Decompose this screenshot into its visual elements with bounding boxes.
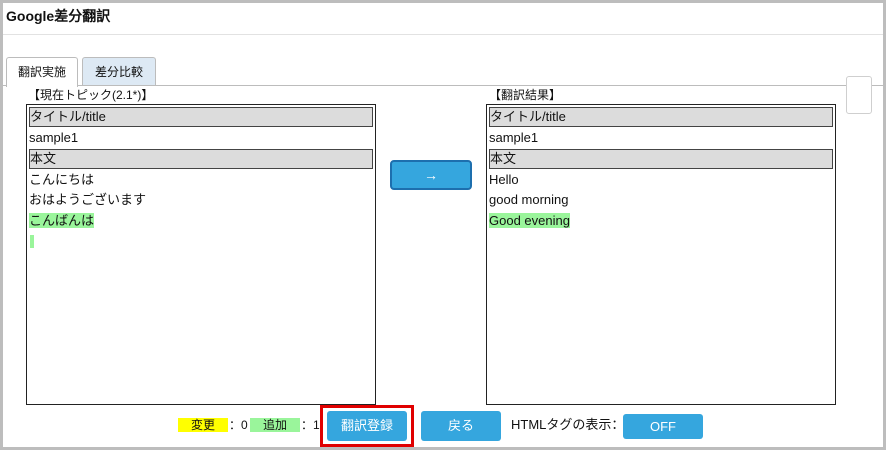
current-topic-panel[interactable]: タイトル/title sample1 本文 こんにちは おはようございます こん… (26, 104, 376, 405)
title-divider (3, 34, 883, 35)
list-item-header: 本文 (489, 148, 833, 169)
list-item: sample1 (29, 130, 79, 145)
translation-result-label: 【翻訳結果】 (489, 88, 562, 102)
side-panel-handle[interactable] (846, 76, 872, 114)
list-item-header: タイトル/title (29, 107, 373, 127)
html-tag-toggle-button[interactable]: OFF (623, 414, 703, 439)
list-item: こんにちは (29, 171, 95, 187)
legend-added-count: ：1 (301, 418, 320, 432)
list-item-header: タイトル/title (489, 107, 833, 127)
html-tag-display-label: HTMLタグの表示： (511, 417, 625, 432)
tab-translate[interactable]: 翻訳実施 (6, 57, 78, 87)
list-item: おはようございます (29, 192, 147, 207)
legend-changed-chip: 変更 (178, 418, 228, 432)
back-button[interactable]: 戻る (421, 411, 501, 441)
current-topic-label: 【現在トピック(2.1*)】 (28, 88, 154, 102)
list-item-added: こんばんは (29, 211, 373, 232)
list-item-added: Good evening (489, 211, 833, 232)
translation-result-panel[interactable]: タイトル/title sample1 本文 Hello good morning… (486, 104, 836, 405)
app-title: Google差分翻訳 (6, 8, 111, 24)
list-item-added-empty (29, 231, 373, 252)
added-empty-marker (30, 235, 34, 249)
list-item: good morning (489, 192, 569, 207)
translate-arrow-button[interactable]: → (390, 160, 472, 190)
added-text: こんばんは (29, 212, 95, 228)
legend-added-chip: 追加 (250, 418, 300, 432)
legend-changed-count: ：0 (229, 418, 248, 432)
list-item: sample1 (489, 130, 539, 145)
register-translation-button[interactable]: 翻訳登録 (327, 411, 407, 441)
list-item: Hello (489, 171, 519, 187)
list-item-header: 本文 (29, 148, 373, 169)
tab-diff-compare[interactable]: 差分比較 (82, 57, 156, 86)
tab-divider (3, 85, 883, 86)
added-text: Good evening (489, 212, 570, 228)
